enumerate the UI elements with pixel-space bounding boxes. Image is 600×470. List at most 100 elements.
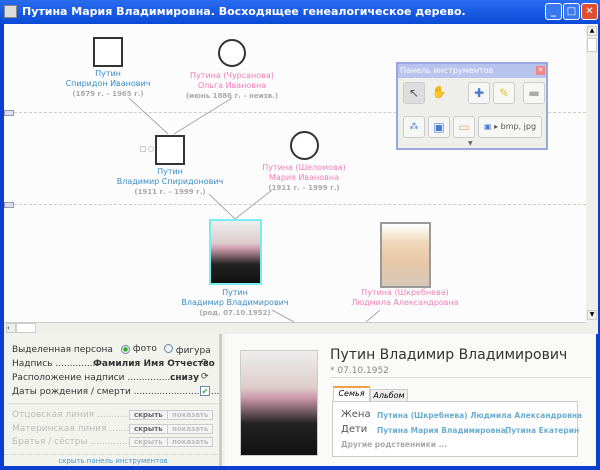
given-names: Владимир Владимирович [181, 298, 289, 307]
expand-icon[interactable] [148, 146, 154, 152]
app-icon [4, 5, 17, 18]
given-names: Людмила Александровна [351, 298, 459, 307]
cycle-icon[interactable]: ⟳ [201, 358, 209, 368]
save-icon[interactable]: ▣ [428, 116, 450, 138]
hand-tool-button[interactable]: ✋ [428, 82, 450, 104]
given-names: Владимир Спиридонович [116, 177, 224, 186]
cycle-icon[interactable]: ⟳ [201, 372, 209, 382]
scroll-thumb[interactable] [587, 38, 597, 52]
figure-option-label: фигура [175, 346, 211, 356]
child-link[interactable]: Путина Екатерина [505, 426, 579, 435]
maternal-line-label: Материнская линия ........... [12, 424, 141, 434]
surname: Путина (Чурсанова) [190, 71, 274, 80]
scroll-up-icon[interactable]: ▲ [587, 26, 597, 36]
position-label: Расположение надписи ................... [12, 373, 182, 383]
scroll-down-icon[interactable]: ▼ [587, 310, 597, 320]
settings-panel: Выделенная персона ● фото фигура Надпись… [4, 334, 222, 466]
given-names: Мария Ивановна [268, 173, 339, 182]
given-names: Ольга Ивановна [197, 81, 267, 90]
figure-radio[interactable]: фигура [164, 344, 211, 356]
surname: Путина (Шеломова) [262, 163, 346, 172]
scroll-thumb[interactable] [16, 323, 36, 333]
person-label[interactable]: Путина (Чурсанова) Ольга Ивановна (июнь 18… [186, 71, 278, 101]
radio-unchecked-icon [164, 344, 173, 353]
siblings-hide-button[interactable]: скрыть [129, 437, 168, 447]
star-icon: * [330, 366, 335, 376]
dates-checkbox[interactable]: ✔ [200, 386, 210, 396]
maternal-hide-button[interactable]: скрыть [129, 424, 168, 434]
close-button[interactable]: ✕ [581, 3, 598, 20]
paternal-line-label: Отцовская линия ............... [12, 410, 140, 420]
surname: Путин [222, 288, 248, 297]
caption-value[interactable]: Фамилия Имя Отчество [93, 359, 215, 369]
person-label[interactable]: Путина (Шкребнева) Людмила Александровна [351, 288, 458, 308]
dates: (июнь 1886 г. – неизв.) [185, 92, 279, 100]
child-link[interactable]: Путина Мария Владимировна, [377, 426, 509, 435]
female-figure[interactable] [290, 131, 319, 160]
title-bar: Путина Мария Владимировна. Восходящее ге… [0, 0, 600, 24]
scroll-left-icon[interactable]: ‹ [6, 323, 16, 333]
open-folder-icon[interactable]: ▭ [453, 116, 475, 138]
hide-toolpanel-link[interactable]: скрыть панель инструментов [4, 454, 222, 465]
wife-link[interactable]: Путина (Шкребнева) Людмила Александровна [377, 411, 582, 420]
person-photo-large [240, 350, 318, 456]
export-image-button[interactable]: ▣ ▸ bmp, jpg [478, 116, 542, 138]
photo-option-label: фото [132, 344, 157, 354]
vertical-scrollbar[interactable]: ▲ ▼ [586, 24, 598, 334]
person-label[interactable]: Путин Владимир Спиридонович (1911 г. – 199… [117, 167, 224, 197]
person-label[interactable]: Путин Владимир Владимирович (род. 07.10.19… [181, 288, 288, 318]
person-label[interactable]: Путин Спиридон Иванович (1879 г. – 1965 г.… [66, 69, 151, 99]
close-icon[interactable]: ✕ [536, 66, 545, 75]
birth-date-value: 07.10.1952 [337, 366, 389, 376]
dates: (1911 г. – 1999 г.) [134, 188, 206, 196]
dates: (род. 07.10.1952) [199, 309, 271, 317]
dates: (1879 г. – 1965 г.) [72, 90, 144, 98]
expand-icon[interactable] [140, 146, 146, 152]
edit-button[interactable]: ✎ [493, 82, 515, 104]
surname: Путина (Шкребнева) [361, 288, 449, 297]
dates: (1911 г. – 1999 г.) [268, 184, 340, 192]
save-icon: ▣ [483, 122, 492, 131]
wife-label: Жена [341, 409, 371, 420]
export-label: ▸ bmp, jpg [494, 122, 537, 131]
level-marker[interactable] [4, 202, 14, 208]
remove-button[interactable]: ▬ [523, 82, 545, 104]
male-figure[interactable] [155, 135, 185, 165]
children-label: Дети [341, 424, 368, 435]
tool-panel: Панель инструментов ✕ ↖ ✋ ✚ ✎ ▬ ⁂ ▣ ▭ ▣ … [396, 62, 548, 150]
maternal-show-button[interactable]: показать [167, 424, 214, 434]
bottom-panel: Выделенная персона ● фото фигура Надпись… [4, 334, 596, 466]
paternal-hide-button[interactable]: скрыть [129, 410, 168, 420]
family-tab-content: Жена Путина (Шкребнева) Людмила Александ… [332, 401, 582, 457]
divider [330, 377, 592, 378]
person-photo[interactable] [380, 222, 431, 288]
paternal-show-button[interactable]: показать [167, 410, 214, 420]
surname: Путин [157, 167, 183, 176]
radio-checked-icon: ● [121, 345, 130, 354]
birth-date: * 07.10.1952 [330, 366, 389, 376]
dates-label: Даты рождения / смерти .................… [12, 387, 220, 397]
person-details: Путин Владимир Владимирович * 07.10.1952… [225, 334, 596, 466]
minimize-button[interactable]: _ [545, 3, 562, 20]
person-label[interactable]: Путина (Шеломова) Мария Ивановна (1911 г. … [262, 163, 346, 193]
collapse-arrow-icon[interactable]: ▼ [468, 140, 473, 147]
photo-radio[interactable]: ● фото [121, 344, 157, 354]
person-photo-selected[interactable] [209, 219, 262, 285]
window-title: Путина Мария Владимировна. Восходящее ге… [22, 5, 466, 18]
tree-layout-button[interactable]: ⁂ [403, 116, 425, 138]
maximize-button[interactable]: □ [563, 3, 580, 20]
selected-person-label: Выделенная персона [12, 345, 113, 355]
pointer-tool-button[interactable]: ↖ [403, 82, 425, 104]
male-figure[interactable] [93, 37, 123, 67]
position-value[interactable]: снизу [170, 373, 199, 383]
horizontal-scrollbar[interactable]: ‹ [4, 322, 586, 334]
female-figure[interactable] [218, 39, 246, 67]
add-button[interactable]: ✚ [468, 82, 490, 104]
divider [8, 403, 218, 404]
siblings-show-button[interactable]: показать [167, 437, 214, 447]
tab-family[interactable]: Семья [333, 386, 370, 401]
level-marker[interactable] [4, 110, 14, 116]
caption-label: Надпись ............... [12, 359, 99, 369]
other-relatives-link[interactable]: Другие родственники ... [341, 440, 447, 449]
siblings-label: Братья / сёстры ............... [12, 437, 134, 447]
